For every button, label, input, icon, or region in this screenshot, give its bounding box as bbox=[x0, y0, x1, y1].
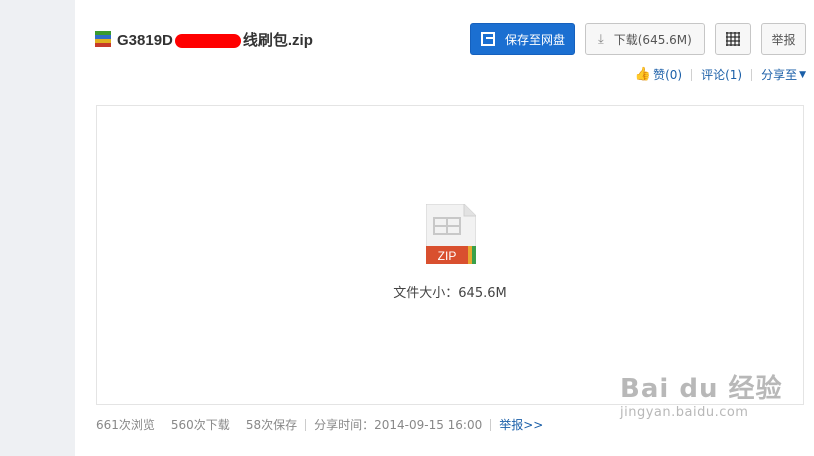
archive-icon bbox=[95, 31, 111, 47]
view-count: 661次浏览 bbox=[96, 418, 155, 432]
watermark-url: jingyan.baidu.com bbox=[620, 405, 749, 420]
divider bbox=[751, 68, 753, 81]
baidu-jingyan-watermark: Bai du 经验 jingyan.baidu.com bbox=[620, 368, 783, 420]
zip-badge-text: ZIP bbox=[438, 249, 457, 263]
report-button[interactable]: 举报 bbox=[761, 23, 806, 55]
qrcode-icon bbox=[726, 32, 740, 46]
download-button[interactable]: ⤓ 下载(645.6M) bbox=[585, 23, 705, 55]
report-link[interactable]: 举报>> bbox=[499, 416, 543, 433]
save-to-netdisk-button[interactable]: 保存至网盘 bbox=[470, 23, 575, 55]
watermark-brand: Bai du 经验 bbox=[620, 374, 783, 404]
file-preview-panel: ZIP 文件大小：645.6M bbox=[96, 105, 804, 405]
download-button-label: 下载(645.6M) bbox=[613, 32, 692, 47]
save-button-label: 保存至网盘 bbox=[505, 32, 566, 47]
share-link[interactable]: 分享至 bbox=[761, 66, 797, 83]
chevron-down-icon[interactable]: ▼ bbox=[799, 70, 806, 80]
qrcode-button[interactable] bbox=[715, 23, 751, 55]
file-title-row: G3819D 线刷包.zip bbox=[95, 28, 313, 50]
zip-file-icon: ZIP bbox=[426, 204, 476, 264]
divider bbox=[305, 418, 307, 431]
share-time: 分享时间：2014-09-15 16:00 bbox=[314, 418, 483, 432]
like-link[interactable]: 赞(0) bbox=[653, 66, 682, 83]
save-count: 58次保存 bbox=[245, 418, 298, 432]
file-title: G3819D 线刷包.zip bbox=[117, 29, 313, 50]
download-count: 560次下载 bbox=[170, 418, 230, 432]
divider bbox=[490, 418, 492, 431]
file-size-text: 文件大小：645.6M bbox=[393, 286, 507, 301]
thumbs-up-icon: 👍 bbox=[634, 67, 652, 82]
report-button-label: 举报 bbox=[771, 32, 796, 47]
file-stats: 661次浏览 560次下载 58次保存 分享时间：2014-09-15 16:0… bbox=[96, 416, 543, 433]
file-title-suffix: 线刷包.zip bbox=[242, 31, 313, 49]
save-icon bbox=[481, 32, 495, 46]
comment-link[interactable]: 评论(1) bbox=[701, 66, 742, 83]
file-title-prefix: G3819D bbox=[117, 31, 173, 49]
download-icon: ⤓ bbox=[598, 31, 604, 47]
redaction-mark bbox=[174, 33, 241, 48]
divider bbox=[691, 68, 693, 81]
social-actions: 👍 赞(0) 评论(1) 分享至 ▼ bbox=[635, 66, 806, 83]
